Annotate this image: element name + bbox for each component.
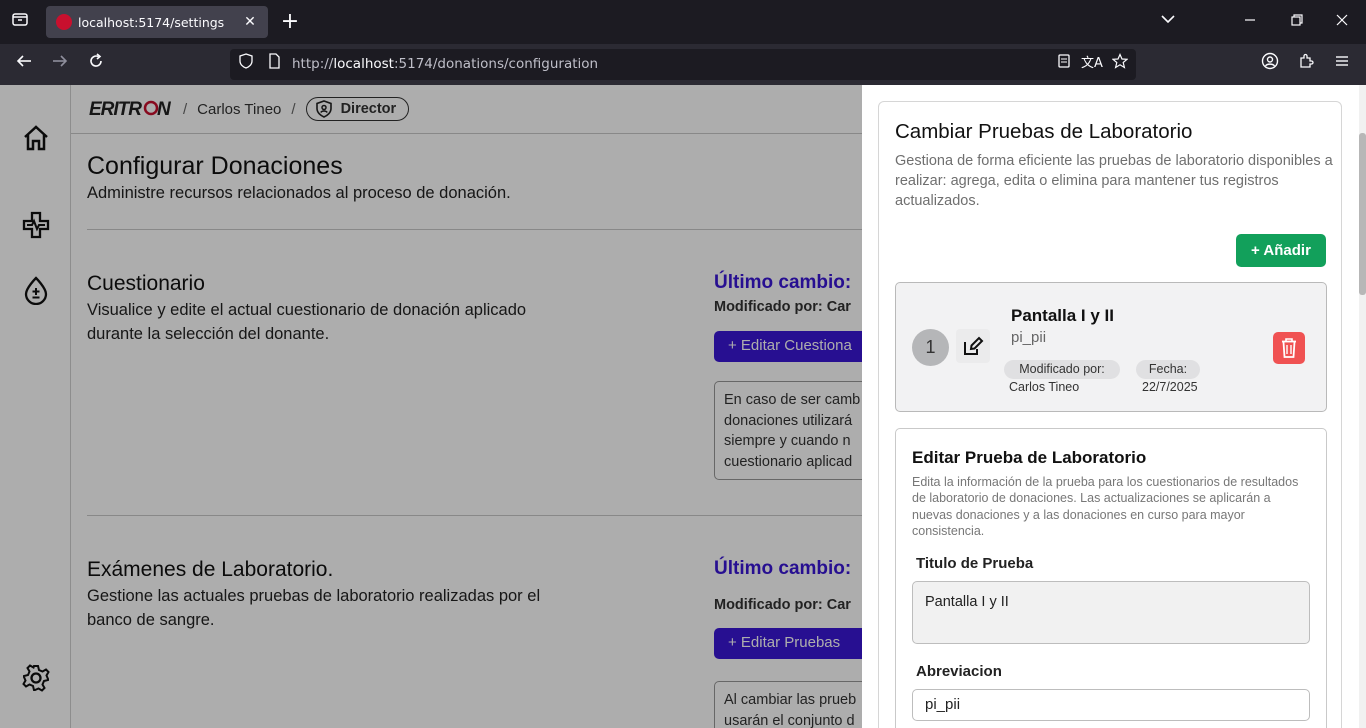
modified-by-value: Carlos Tineo	[1009, 380, 1080, 394]
minimize-icon[interactable]	[1238, 10, 1262, 34]
drawer-description: Gestiona de forma eficiente las pruebas …	[895, 153, 1333, 209]
date-chip: Fecha:	[1136, 360, 1200, 379]
lab-tests-drawer: Cambiar Pruebas de Laboratorio Gestiona …	[862, 85, 1366, 728]
form-description: Edita la información de la prueba para l…	[912, 475, 1299, 538]
browser-tab[interactable]: localhost:5174/settings ✕	[46, 6, 268, 38]
tab-overview-icon[interactable]	[8, 10, 32, 34]
restore-icon[interactable]	[1285, 10, 1309, 34]
item-number-badge: 1	[912, 329, 949, 366]
modified-by-chip: Modificado por:	[1004, 360, 1120, 379]
item-name: Pantalla I y II	[1011, 306, 1114, 325]
bookmark-star-icon[interactable]	[1108, 52, 1132, 76]
extensions-icon[interactable]	[1294, 52, 1318, 76]
date-value: 22/7/2025	[1142, 380, 1198, 394]
edit-pencil-icon	[956, 329, 990, 363]
drawer-scrollbar[interactable]	[1359, 85, 1366, 728]
test-title-label: Titulo de Prueba	[916, 555, 1034, 572]
trash-icon	[1282, 338, 1296, 358]
new-tab-icon[interactable]: +	[278, 10, 302, 34]
reload-icon[interactable]	[84, 52, 108, 76]
menu-icon[interactable]	[1330, 52, 1354, 76]
form-title: Editar Prueba de Laboratorio	[912, 448, 1147, 467]
back-arrow-icon[interactable]	[12, 52, 36, 76]
add-lab-test-button[interactable]: + Añadir	[1236, 234, 1326, 267]
drawer-title: Cambiar Pruebas de Laboratorio	[895, 120, 1193, 143]
browser-nav-bar: http://localhost:5174/donations/configur…	[0, 44, 1366, 85]
translate-icon[interactable]: 文A	[1080, 52, 1104, 76]
tab-close-icon[interactable]: ✕	[242, 14, 258, 30]
modal-backdrop[interactable]	[0, 85, 862, 728]
forward-arrow-icon[interactable]	[48, 52, 72, 76]
drawer-scrollbar-thumb[interactable]	[1359, 133, 1366, 295]
tab-title: localhost:5174/settings	[78, 14, 225, 30]
item-abbreviation: pi_pii	[1011, 329, 1047, 346]
browser-tab-bar: localhost:5174/settings ✕ +	[0, 0, 1366, 44]
test-title-textarea[interactable]: Pantalla I y II	[912, 581, 1310, 644]
window-close-icon[interactable]	[1330, 10, 1354, 34]
abbreviation-input[interactable]: pi_pii	[912, 689, 1310, 721]
list-tabs-chevron-icon[interactable]	[1156, 10, 1180, 34]
delete-item-button[interactable]	[1273, 332, 1305, 364]
drawer-card: Cambiar Pruebas de Laboratorio Gestiona …	[878, 101, 1342, 728]
edit-item-button[interactable]	[956, 329, 990, 363]
abbreviation-label: Abreviacion	[916, 663, 1002, 680]
lab-test-item: 1 Pantalla I y II pi_pii Modificado por:…	[895, 282, 1327, 412]
url-text: http://localhost:5174/donations/configur…	[292, 56, 599, 72]
shield-icon[interactable]	[234, 52, 258, 76]
site-favicon-icon	[56, 14, 72, 30]
reader-view-icon[interactable]	[1052, 52, 1076, 76]
address-bar[interactable]: http://localhost:5174/donations/configur…	[230, 49, 1136, 80]
edit-lab-test-form: Editar Prueba de Laboratorio Edita la in…	[895, 428, 1327, 728]
account-icon[interactable]	[1258, 52, 1282, 76]
page-icon	[262, 52, 286, 76]
